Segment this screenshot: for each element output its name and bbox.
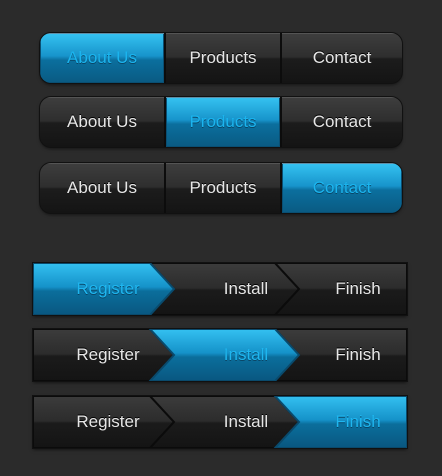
tab-label: Products — [189, 178, 257, 197]
tab-about-us[interactable]: About Us — [40, 97, 164, 147]
tab-label: About Us — [67, 178, 137, 197]
tab-contact[interactable]: Contact — [280, 163, 402, 213]
tab-about-us[interactable]: About Us — [40, 163, 164, 213]
tab-about-us[interactable]: About Us — [40, 33, 164, 83]
wizard-steps-3: Register Install Finish — [33, 396, 407, 448]
tab-contact[interactable]: Contact — [280, 97, 402, 147]
tab-label: About Us — [67, 48, 137, 67]
tab-products[interactable]: Products — [164, 33, 280, 83]
tab-products[interactable]: Products — [164, 97, 280, 147]
tab-contact[interactable]: Contact — [280, 33, 402, 83]
tab-label: Products — [189, 112, 257, 131]
step-install-label[interactable]: Install — [183, 263, 309, 315]
tab-label: Products — [189, 48, 257, 67]
tab-bar-3: About Us Products Contact — [40, 163, 402, 213]
step-install-label[interactable]: Install — [183, 329, 309, 381]
step-finish-label[interactable]: Finish — [309, 263, 407, 315]
tab-label: Contact — [312, 48, 372, 67]
step-finish-label[interactable]: Finish — [309, 329, 407, 381]
wizard-steps-1: Register Install Finish — [33, 263, 407, 315]
step-register-label[interactable]: Register — [33, 263, 183, 315]
tab-label: Contact — [312, 112, 372, 131]
tab-label: Contact — [312, 178, 372, 197]
tab-bar-1: About Us Products Contact — [40, 33, 402, 83]
tab-label: About Us — [67, 112, 137, 131]
step-register-label[interactable]: Register — [33, 329, 183, 381]
step-finish-label[interactable]: Finish — [309, 396, 407, 448]
tab-products[interactable]: Products — [164, 163, 280, 213]
wizard-steps-2: Register Install Finish — [33, 329, 407, 381]
step-install-label[interactable]: Install — [183, 396, 309, 448]
tab-bar-2: About Us Products Contact — [40, 97, 402, 147]
step-register-label[interactable]: Register — [33, 396, 183, 448]
